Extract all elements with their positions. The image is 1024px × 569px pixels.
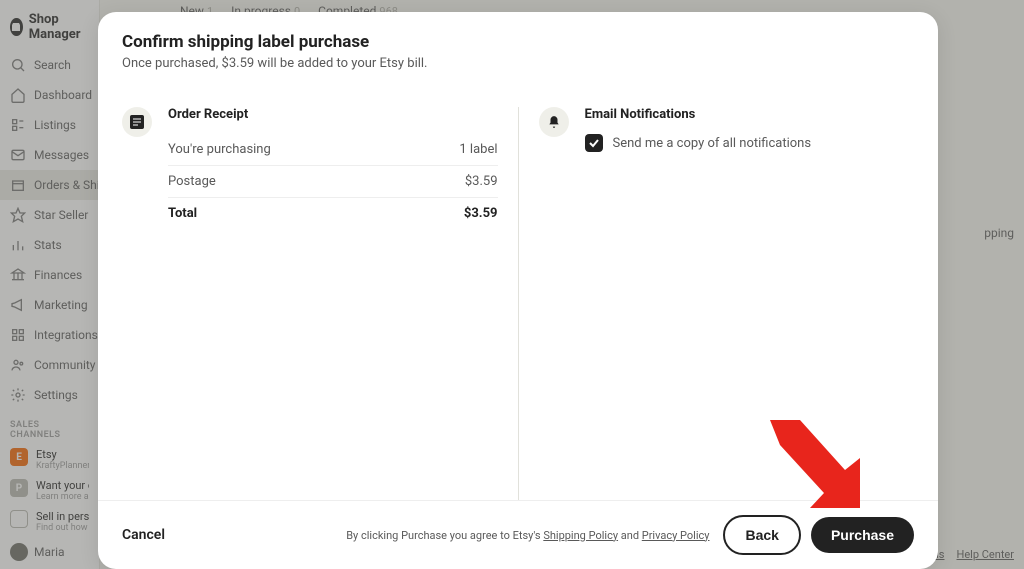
receipt-heading: Order Receipt	[168, 107, 498, 122]
order-receipt-section: Order Receipt You're purchasing 1 label …	[122, 107, 519, 500]
receipt-total-value: $3.59	[464, 206, 498, 221]
notification-checkbox-row[interactable]: Send me a copy of all notifications	[585, 134, 915, 152]
disclaimer: By clicking Purchase you agree to Etsy's…	[346, 529, 709, 542]
shipping-policy-link[interactable]: Shipping Policy	[543, 529, 618, 542]
notifications-section: Email Notifications Send me a copy of al…	[519, 107, 915, 500]
back-button[interactable]: Back	[723, 515, 800, 555]
receipt-value: 1 label	[459, 142, 497, 157]
receipt-row: Postage $3.59	[168, 166, 498, 198]
modal-footer: Cancel By clicking Purchase you agree to…	[98, 500, 938, 569]
receipt-icon	[122, 107, 152, 137]
purchase-button[interactable]: Purchase	[811, 517, 914, 553]
receipt-label: You're purchasing	[168, 142, 271, 157]
receipt-label: Postage	[168, 174, 216, 189]
bell-icon	[539, 107, 569, 137]
checkbox[interactable]	[585, 134, 603, 152]
checkbox-label: Send me a copy of all notifications	[613, 136, 812, 151]
modal-body: Order Receipt You're purchasing 1 label …	[98, 79, 938, 500]
modal-subtitle: Once purchased, $3.59 will be added to y…	[122, 56, 914, 71]
receipt-total: Total $3.59	[168, 198, 498, 229]
notifications-heading: Email Notifications	[585, 107, 915, 122]
modal-header: Confirm shipping label purchase Once pur…	[98, 12, 938, 79]
cancel-button[interactable]: Cancel	[122, 527, 165, 543]
modal-title: Confirm shipping label purchase	[122, 32, 914, 52]
receipt-total-label: Total	[168, 206, 197, 221]
receipt-value: $3.59	[465, 174, 498, 189]
privacy-policy-link[interactable]: Privacy Policy	[642, 529, 710, 542]
confirm-modal: Confirm shipping label purchase Once pur…	[98, 12, 938, 569]
receipt-row: You're purchasing 1 label	[168, 134, 498, 166]
